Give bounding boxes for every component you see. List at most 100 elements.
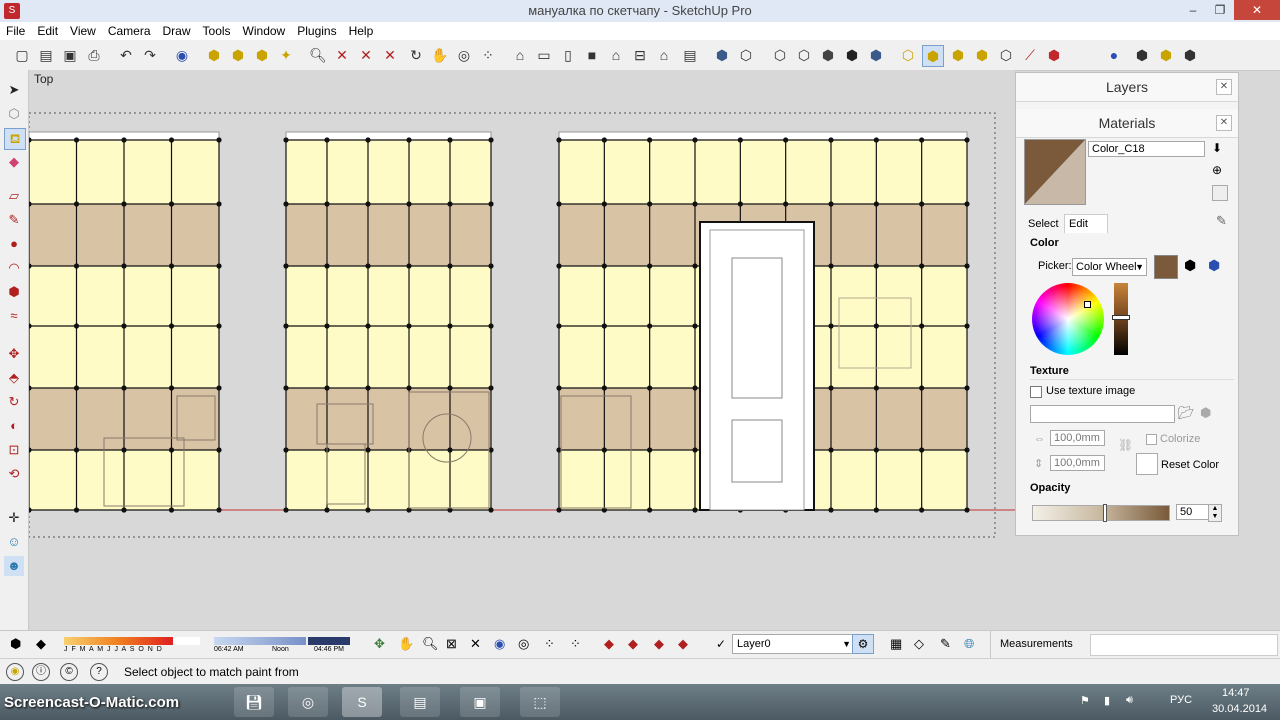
orbit-tool-icon[interactable]: ✛ [4,508,24,528]
look-around-icon[interactable]: ◎ [454,45,474,65]
dimensions-icon[interactable]: ⟋ [1020,45,1040,65]
iso-view-icon[interactable]: ⌂ [510,45,530,65]
scale-icon[interactable]: ⊡ [4,440,24,460]
orbit-icon[interactable]: ↻ [406,45,426,65]
paint-active-icon[interactable]: ⬢ [922,45,944,67]
push-pull-icon[interactable]: ⬘ [4,368,24,388]
menu-edit[interactable]: Edit [31,22,64,40]
print-icon[interactable]: ⎙ [84,45,104,65]
shaded-texture-icon[interactable]: ⬢ [842,45,862,65]
section-fill-icon[interactable]: ◆ [678,636,688,652]
walk-icon[interactable]: ⁘ [478,45,498,65]
right-view-icon[interactable]: ■ [582,45,602,65]
rotate-icon[interactable]: ↻ [4,392,24,412]
value-slider[interactable] [1112,283,1130,355]
material-name-field[interactable]: Color_C18 [1088,141,1205,157]
screen-capture-icon[interactable]: ⬚ [520,687,560,717]
geolocation-icon[interactable]: ◉ [6,663,24,681]
model-info-icon[interactable]: ◉ [172,45,192,65]
share-model-icon[interactable]: ⬢ [1180,45,1200,65]
month-slider[interactable] [64,637,200,645]
circle-icon[interactable]: ● [4,234,24,254]
get-model-icon[interactable]: ⬢ [252,45,272,65]
sketchup-taskbar-icon[interactable]: S [342,687,382,717]
zoom-window-small-icon[interactable]: ⊠ [446,636,457,652]
section-plane-icon[interactable]: ◆ [604,636,614,652]
front-view-icon[interactable]: ▯ [558,45,578,65]
menu-tools[interactable]: Tools [197,22,237,40]
component-attributes-icon[interactable]: ⬢ [972,45,992,65]
opacity-slider-handle[interactable] [1103,504,1107,522]
current-color-swatch[interactable] [1154,255,1178,279]
materials-close-button[interactable]: ✕ [1216,115,1232,131]
menu-help[interactable]: Help [343,22,380,40]
edit-texture-icon[interactable]: ⬢ [1200,405,1211,421]
drawing-viewport[interactable] [29,70,1015,630]
maximize-button[interactable]: ❐ [1207,0,1233,20]
measurements-field[interactable] [1090,634,1278,656]
color-wheel[interactable] [1032,283,1104,355]
picker-select[interactable]: Color Wheel ▼ [1072,258,1147,276]
layers-panel-header[interactable]: Layers ✕ [1016,73,1238,102]
zoom-extents-small-icon[interactable]: ✕ [470,636,481,652]
new-file-icon[interactable]: ▢ [12,45,32,65]
hidden-line-icon[interactable]: ⬡ [794,45,814,65]
open-icon[interactable]: ▤ [36,45,56,65]
chain-link-icon[interactable]: ⛓ [1118,438,1133,452]
bottom-view-icon[interactable]: ⌂ [654,45,674,65]
layer-manager-icon[interactable]: ⚙ [852,634,874,654]
layout-taskbar-icon[interactable]: ▤ [400,687,440,717]
display-shadows-icon[interactable]: ◆ [36,636,46,652]
ruby-icon[interactable]: ⬢ [1044,45,1064,65]
position-camera-icon[interactable]: ☺ [4,532,24,552]
section-cut-icon[interactable]: ◆ [654,636,664,652]
colorize-checkbox[interactable] [1146,434,1157,445]
section-display-icon[interactable]: ◆ [628,636,638,652]
monochrome-icon[interactable]: ⬢ [866,45,886,65]
top-view-icon[interactable]: ▭ [534,45,554,65]
create-material-icon[interactable]: ⊕ [1212,163,1222,177]
freehand-icon[interactable]: ≈ [4,306,24,326]
menu-file[interactable]: File [0,22,31,40]
texture-path-field[interactable] [1030,405,1175,423]
value-slider-handle[interactable] [1112,315,1130,320]
pan-small-icon[interactable]: ✋ [398,636,414,652]
zoom-icon[interactable]: 🔍︎ [308,45,328,65]
materials-small-icon[interactable]: ▦ [890,636,902,652]
menu-draw[interactable]: Draw [157,22,197,40]
prev-small-icon[interactable]: ◉ [494,636,505,652]
move-icon[interactable]: ✥ [4,344,24,364]
opacity-spinner[interactable]: ▲ ▼ [1208,504,1222,522]
orbit-small-icon[interactable]: ✥ [374,636,385,652]
previous-view-icon[interactable]: ✕ [380,45,400,65]
zoom-window-icon[interactable]: ✕ [332,45,352,65]
opacity-input[interactable]: 50 [1176,504,1209,520]
extension-icon[interactable]: ✦ [276,45,296,65]
make-component-icon[interactable]: ⬡ [4,104,24,124]
match-model-color-icon[interactable]: ⬢ [1184,257,1196,274]
share-component-icon[interactable]: ⬢ [228,45,248,65]
layers-toolbar-icon[interactable]: ⬡ [996,45,1016,65]
arc-icon[interactable]: ◠ [4,258,24,278]
tray-flag-icon[interactable]: ⚑ [1080,694,1090,707]
browse-folder-icon[interactable]: 📂︎ [1178,405,1195,421]
shaded-icon[interactable]: ⬢ [818,45,838,65]
zoom-small-icon[interactable]: 🔍︎ [422,636,439,652]
match-screen-color-icon[interactable]: ⬢ [1208,257,1220,274]
tab-select[interactable]: Select [1028,218,1059,230]
undo-icon[interactable]: ↶ [116,45,136,65]
opacity-slider[interactable] [1032,504,1170,522]
warehouse-icon[interactable]: ⬢ [1132,45,1152,65]
style-icon[interactable]: ⬡ [898,45,918,65]
layers-close-button[interactable]: ✕ [1216,79,1232,95]
materials-panel-header[interactable]: Materials ✕ [1016,109,1238,138]
help-icon[interactable]: ? [90,663,108,681]
layer-select[interactable]: Layer0 ▼ [732,634,854,654]
component-icon[interactable]: ⬢ [204,45,224,65]
close-button[interactable]: ✕ [1234,0,1280,20]
menu-plugins[interactable]: Plugins [291,22,342,40]
credits-icon[interactable]: ⓘ [32,663,50,681]
reset-color-swatch[interactable] [1136,453,1158,475]
menu-view[interactable]: View [64,22,102,40]
tab-edit[interactable]: Edit [1064,214,1108,233]
